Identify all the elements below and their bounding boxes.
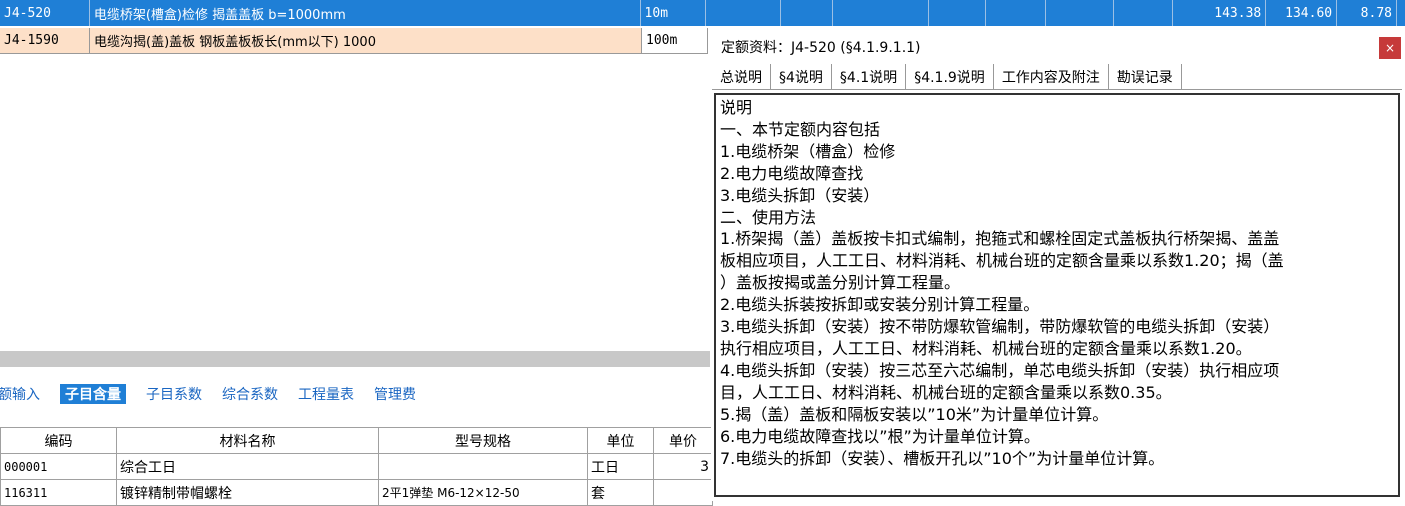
tab-composite-coefficient[interactable]: 综合系数 <box>222 384 278 404</box>
tab-work-content[interactable]: 工作内容及附注 <box>994 64 1109 90</box>
material-spec <box>378 453 588 480</box>
notes-line: 6.电力电缆故障查找以”根”为计量单位计算。 <box>720 426 1040 446</box>
material-unit: 套 <box>587 479 654 506</box>
tab-management-fee[interactable]: 管理费 <box>374 384 416 404</box>
material-unit: 工日 <box>587 453 654 480</box>
tab-quantity-table[interactable]: 工程量表 <box>298 384 354 404</box>
grid-cell <box>706 0 782 26</box>
notes-line: 1.桥架揭（盖）盖板按卡扣式编制，抱箍式和螺栓固定式盖板执行桥架揭、盖盖 <box>720 229 1280 249</box>
panel-title: 定额资料：J4-520 (§4.1.9.1.1) <box>721 40 921 56</box>
grid-cell <box>1046 0 1114 26</box>
material-price: 8.78 <box>1337 0 1397 26</box>
quota-code: J4-1590 <box>0 28 90 53</box>
notes-line: 2.电力电缆故障查找 <box>720 163 864 183</box>
close-icon[interactable]: × <box>1379 37 1401 59</box>
table-header-row: 编码 材料名称 型号规格 单位 单价 <box>0 427 713 454</box>
notes-line: 3.电缆头拆卸（安装） <box>720 185 880 205</box>
tab-sub-content[interactable]: 子目含量 <box>60 384 126 404</box>
column-header-code[interactable]: 编码 <box>0 427 117 454</box>
grid-cell <box>986 0 1046 26</box>
material-price <box>653 479 713 506</box>
material-code: 116311 <box>0 479 117 506</box>
material-code: 000001 <box>0 453 117 480</box>
quota-unit: 10m <box>641 0 707 26</box>
material-spec: 2平1弹垫 M6-12×12-50 <box>378 479 588 506</box>
notes-line: 一、本节定额内容包括 <box>720 119 881 139</box>
notes-line: 二、使用方法 <box>720 207 817 227</box>
quota-name: 电缆桥架(槽盒)检修 揭盖盖板 b=1000mm <box>90 0 641 26</box>
notes-line: 2.电缆头拆装按拆卸或安装分别计算工程量。 <box>720 295 1040 315</box>
tab-errata[interactable]: 勘误记录 <box>1109 64 1182 90</box>
column-header-price[interactable]: 单价 <box>653 427 713 454</box>
total-price: 143.38 <box>1173 0 1267 26</box>
notes-line: 5.揭（盖）盖板和隔板安装以”10米”为计量单位计算。 <box>720 404 1109 424</box>
notes-line: 3.电缆头拆卸（安装）按不带防爆软管编制，带防爆软管的电缆头拆卸（安装） <box>720 317 1280 337</box>
tab-quota-input[interactable]: 额输入 <box>0 384 40 404</box>
quota-row[interactable]: J4-1590 电缆沟揭(盖)盖板 钢板盖板板长(mm以下) 1000 100m <box>0 28 708 54</box>
quota-name: 电缆沟揭(盖)盖板 钢板盖板板长(mm以下) 1000 <box>90 28 642 53</box>
sub-tab-bar: 额输入 子目含量 子目系数 综合系数 工程量表 管理费 <box>0 383 710 405</box>
column-header-unit[interactable]: 单位 <box>587 427 654 454</box>
grid-cell <box>1114 0 1174 26</box>
grid-cell <box>833 0 929 26</box>
horizontal-scrollbar[interactable] <box>0 351 710 367</box>
panel-tab-bar: 总说明 §4说明 §4.1说明 §4.1.9说明 工作内容及附注 勘误记录 <box>712 64 1402 90</box>
labor-price: 134.60 <box>1266 0 1338 26</box>
grid-cell <box>1397 0 1405 26</box>
notes-line: 目，人工工日、材料消耗、机械台班的定额含量乘以系数0.35。 <box>720 382 1172 402</box>
tab-general-notes[interactable]: 总说明 <box>712 64 771 90</box>
notes-line: ）盖板按揭或盖分别计算工程量。 <box>720 273 961 293</box>
notes-line: 说明 <box>720 98 753 117</box>
notes-text-area[interactable]: 说明 一、本节定额内容包括 1.电缆桥架（槽盒）检修 2.电力电缆故障查找 3.… <box>714 93 1400 497</box>
notes-line: 板相应项目，人工工日、材料消耗、机械台班的定额含量乘以系数1.20；揭（盖 <box>720 251 1284 271</box>
material-price: 3 <box>653 453 713 480</box>
notes-line: 执行相应项目，人工工日、材料消耗、机械台班的定额含量乘以系数1.20。 <box>720 338 1252 358</box>
column-header-name[interactable]: 材料名称 <box>116 427 379 454</box>
column-header-spec[interactable]: 型号规格 <box>378 427 588 454</box>
materials-table: 编码 材料名称 型号规格 单位 单价 000001 综合工日 工日 3 1163… <box>0 427 713 506</box>
material-name: 镀锌精制带帽螺栓 <box>116 479 379 506</box>
tab-sub-coefficient[interactable]: 子目系数 <box>146 384 202 404</box>
grid-cell <box>781 0 834 26</box>
tab-section4-1-9-notes[interactable]: §4.1.9说明 <box>906 64 994 90</box>
quota-row-selected[interactable]: J4-520 电缆桥架(槽盒)检修 揭盖盖板 b=1000mm 10m 143.… <box>0 0 1405 26</box>
notes-line: 1.电缆桥架（槽盒）检修 <box>720 141 896 161</box>
tab-section4-1-notes[interactable]: §4.1说明 <box>832 64 907 90</box>
material-name: 综合工日 <box>116 453 379 480</box>
quota-code: J4-520 <box>0 0 90 26</box>
grid-cell <box>929 0 986 26</box>
notes-line: 7.电缆头的拆卸（安装）、槽板开孔以”10个”为计量单位计算。 <box>720 448 1165 468</box>
notes-line: 4.电缆头拆卸（安装）按三芯至六芯编制，单芯电缆头拆卸（安装）执行相应项 <box>720 360 1280 380</box>
quota-unit: 100m <box>642 28 708 53</box>
tab-section4-notes[interactable]: §4说明 <box>771 64 832 90</box>
table-row[interactable]: 116311 镀锌精制带帽螺栓 2平1弹垫 M6-12×12-50 套 <box>0 479 713 506</box>
table-row[interactable]: 000001 综合工日 工日 3 <box>0 453 713 480</box>
